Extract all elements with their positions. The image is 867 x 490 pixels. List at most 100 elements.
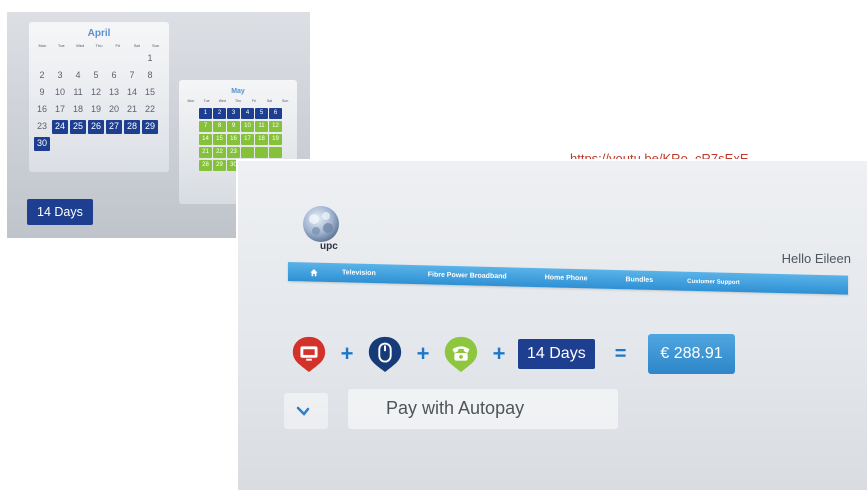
calendar-day[interactable]: 21 [123, 103, 141, 117]
highlighted-day[interactable]: 16 [227, 134, 240, 145]
highlighted-day[interactable]: 29 [213, 160, 226, 171]
selected-day[interactable]: 29 [142, 120, 158, 134]
highlighted-day[interactable] [241, 147, 254, 158]
days-badge[interactable]: 14 Days [518, 339, 595, 369]
highlighted-day[interactable]: 10 [241, 121, 254, 132]
phone-icon[interactable] [442, 335, 480, 373]
weekday-label: Sat [266, 99, 273, 103]
calendar-day[interactable]: 13 [105, 86, 123, 100]
plus-sign: + [492, 341, 506, 366]
highlighted-day[interactable]: 23 [227, 147, 240, 158]
highlighted-day[interactable]: 21 [199, 147, 212, 158]
selected-day[interactable]: 25 [70, 120, 86, 134]
selected-day[interactable]: 2 [213, 108, 226, 119]
selected-day[interactable]: 24 [52, 120, 68, 134]
autopay-label: Pay with Autopay [386, 398, 525, 418]
may-weekday-row: Mon Tue Wed Thu Fri Sat Sun [179, 99, 297, 103]
bundle-row: + + + 14 Days = € 288.91 [290, 333, 867, 375]
weekday-label: Thu [95, 43, 103, 48]
calendar-day[interactable]: 4 [69, 69, 87, 83]
calendar-day[interactable]: 2 [33, 69, 51, 83]
highlighted-day[interactable]: 15 [213, 134, 226, 145]
highlighted-day[interactable]: 17 [241, 134, 254, 145]
selected-day[interactable]: 28 [124, 120, 140, 134]
calendar-day[interactable]: 17 [51, 103, 69, 117]
calendar-day[interactable] [33, 52, 51, 66]
selected-day[interactable]: 26 [88, 120, 104, 134]
weekday-label: Sun [282, 99, 289, 103]
selected-day[interactable]: 1 [199, 108, 212, 119]
autopay-toggle[interactable] [284, 393, 328, 429]
plus-sign: + [416, 341, 430, 366]
weekday-label: Sun [152, 43, 160, 48]
calendar-day[interactable] [87, 52, 105, 66]
selected-day[interactable]: 4 [241, 108, 254, 119]
calendar-day[interactable]: 8 [141, 69, 159, 83]
calendar-day[interactable] [123, 52, 141, 66]
calendar-day[interactable]: 15 [141, 86, 159, 100]
nav-item-customer-support[interactable]: Customer Support [687, 278, 740, 285]
highlighted-day[interactable]: 8 [213, 121, 226, 132]
calendar-day[interactable]: 11 [69, 86, 87, 100]
highlighted-day[interactable]: 11 [255, 121, 268, 132]
highlighted-day[interactable]: 7 [199, 121, 212, 132]
nav-item-television[interactable]: Television [342, 269, 376, 277]
selected-day[interactable]: 6 [269, 108, 282, 119]
home-icon[interactable] [310, 268, 318, 276]
highlighted-day[interactable]: 28 [199, 160, 212, 171]
calendar-day[interactable]: 10 [51, 86, 69, 100]
calendar-day[interactable]: 1 [141, 52, 159, 66]
weekday-label: Wed [76, 43, 85, 48]
may-month-title: May [231, 88, 245, 95]
nav-item-home-phone[interactable]: Home Phone [545, 274, 588, 282]
calendar-day[interactable]: 9 [33, 86, 51, 100]
tv-icon[interactable] [290, 335, 328, 373]
equals-sign: = [614, 342, 627, 365]
april-calendar: April Mon Tue Wed Thu Fri Sat Sun 1 2 3 4 5 6 7 8 9 10 1… [29, 22, 169, 172]
calendar-day[interactable]: 3 [51, 69, 69, 83]
calendar-day[interactable]: 6 [105, 69, 123, 83]
weekday-label: Tue [203, 99, 210, 103]
calendar-day[interactable]: 7 [123, 69, 141, 83]
upc-logo-text: upc [320, 241, 338, 252]
calendar-day[interactable]: 5 [87, 69, 105, 83]
calendar-day[interactable] [69, 52, 87, 66]
days-badge-small: 14 Days [27, 199, 93, 225]
total-price[interactable]: € 288.91 [648, 334, 735, 374]
highlighted-day[interactable]: 18 [255, 134, 268, 145]
highlighted-day[interactable]: 14 [199, 134, 212, 145]
chevron-down-icon [296, 406, 310, 416]
highlighted-day[interactable] [255, 147, 268, 158]
main-nav-bar: Television Fibre Power Broadband Home Ph… [288, 262, 848, 295]
selected-day[interactable]: 5 [255, 108, 268, 119]
selected-day[interactable]: 27 [106, 120, 122, 134]
selected-day[interactable]: 3 [227, 108, 240, 119]
upc-video-frame: upc Hello Eileen Television Fibre Power … [236, 159, 867, 490]
highlighted-day[interactable] [269, 147, 282, 158]
broadband-mouse-icon[interactable] [366, 335, 404, 373]
calendar-day[interactable]: 12 [87, 86, 105, 100]
highlighted-day[interactable]: 22 [213, 147, 226, 158]
april-weekday-row: Mon Tue Wed Thu Fri Sat Sun [29, 43, 169, 48]
calendar-day[interactable] [51, 52, 69, 66]
calendar-day[interactable]: 14 [123, 86, 141, 100]
weekday-label: Sat [133, 43, 140, 48]
calendar-day[interactable]: 19 [87, 103, 105, 117]
selected-day[interactable]: 30 [34, 137, 50, 151]
autopay-option[interactable]: Pay with Autopay [348, 389, 618, 429]
nav-item-fibre-power-broadband[interactable]: Fibre Power Broadband [428, 271, 507, 280]
nav-item-bundles[interactable]: Bundles [625, 276, 653, 284]
highlighted-day[interactable]: 9 [227, 121, 240, 132]
weekday-label: Wed [218, 99, 226, 103]
calendar-day[interactable]: 16 [33, 103, 51, 117]
calendar-day[interactable]: 20 [105, 103, 123, 117]
calendar-day[interactable]: 23 [33, 120, 51, 134]
highlighted-day[interactable]: 19 [269, 134, 282, 145]
calendar-day[interactable] [105, 52, 123, 66]
weekday-label: Fri [251, 99, 256, 103]
calendar-day[interactable]: 22 [141, 103, 159, 117]
calendar-day[interactable]: 18 [69, 103, 87, 117]
highlighted-day[interactable]: 12 [269, 121, 282, 132]
weekday-label: Tue [57, 43, 65, 48]
april-day-grid: 1 2 3 4 5 6 7 8 9 10 11 12 13 14 15 16 17 18 19 20 21 22 23 24 2… [29, 48, 169, 151]
